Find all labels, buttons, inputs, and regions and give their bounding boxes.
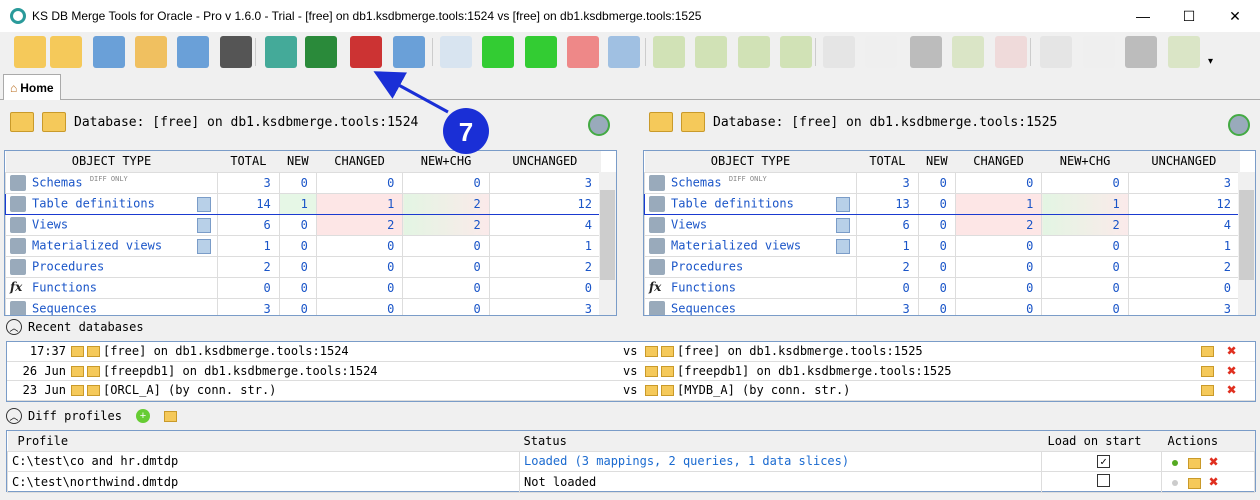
annotation-overlay: 7 <box>373 71 489 154</box>
annotation-number: 7 <box>459 117 473 147</box>
annotation-arrow <box>373 71 449 114</box>
